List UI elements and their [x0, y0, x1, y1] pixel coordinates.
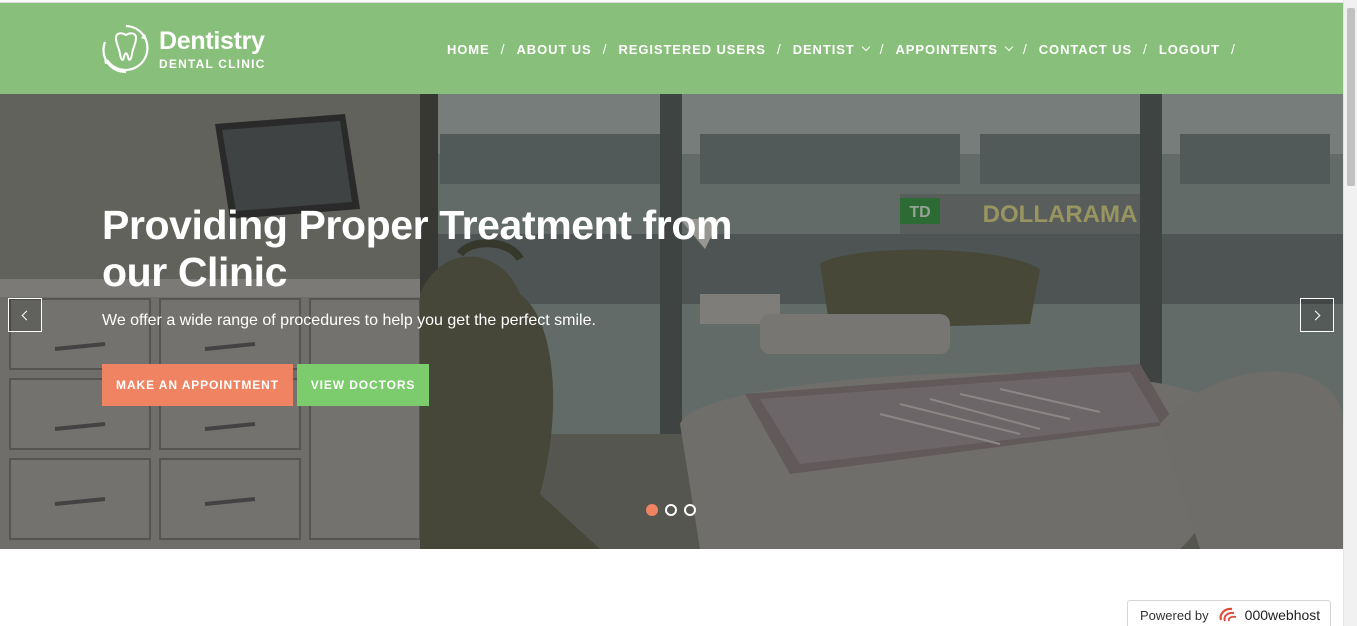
nav-item-contact-us[interactable]: CONTACT US — [1039, 42, 1132, 57]
nav-label: LOGOUT — [1158, 41, 1220, 57]
nav-label: REGISTERED USERS — [618, 41, 766, 57]
nav-separator: / — [776, 41, 781, 57]
nav-label: ABOUT US — [516, 41, 592, 57]
slider-next-button[interactable] — [1300, 298, 1334, 332]
main-nav: HOME / ABOUT US / REGISTERED USERS / DEN… — [447, 41, 1247, 57]
view-doctors-button[interactable]: VIEW DOCTORS — [297, 364, 429, 406]
nav-separator: / — [500, 41, 505, 57]
nav-item-logout[interactable]: LOGOUT — [1159, 42, 1220, 57]
scrollbar-thumb[interactable] — [1347, 8, 1355, 186]
tooth-logo-icon — [102, 24, 149, 74]
nav-label: DENTIST — [792, 41, 855, 57]
nav-separator: / — [602, 41, 607, 57]
brand-subtitle: DENTAL CLINIC — [159, 56, 266, 71]
brand-title: Dentistry — [159, 26, 265, 55]
nav-separator: / — [1230, 41, 1235, 57]
nav-item-registered-users[interactable]: REGISTERED USERS — [618, 42, 765, 57]
hero-subtitle: We offer a wide range of procedures to h… — [102, 312, 596, 329]
slider-prev-button[interactable] — [8, 298, 42, 332]
nav-label: APPOINTENTS — [895, 41, 998, 57]
hero-slider: TD DOLLARAMA Providing Proper Treatment … — [0, 94, 1343, 549]
nav-separator: / — [1022, 41, 1027, 57]
slider-dot-1[interactable] — [646, 504, 658, 516]
powered-by-badge[interactable]: Powered by 000webhost — [1127, 600, 1331, 626]
page: Dentistry DENTAL CLINIC HOME / ABOUT US … — [0, 0, 1357, 626]
nav-separator: / — [1143, 41, 1147, 57]
webhost-brand: 000webhost — [1244, 607, 1321, 623]
webhost-logo-icon — [1219, 607, 1236, 622]
chevron-right-icon — [1310, 310, 1321, 320]
nav-separator: / — [879, 41, 884, 57]
slider-dot-2[interactable] — [665, 504, 677, 516]
site-logo[interactable]: Dentistry DENTAL CLINIC — [101, 22, 266, 76]
nav-label: CONTACT US — [1038, 41, 1133, 57]
slider-dot-3[interactable] — [684, 504, 696, 516]
nav-item-about-us[interactable]: ABOUT US — [517, 42, 592, 57]
powered-by-label: Powered by — [1140, 607, 1209, 623]
chevron-left-icon — [21, 310, 32, 320]
make-appointment-button[interactable]: MAKE AN APPOINTMENT — [102, 364, 293, 406]
chevron-down-icon — [861, 42, 870, 52]
hero-title: Providing Proper Treatment from our Clin… — [102, 202, 733, 295]
chevron-down-icon — [1004, 42, 1014, 52]
vertical-scrollbar[interactable] — [1343, 0, 1357, 626]
nav-item-home[interactable]: HOME — [447, 42, 490, 57]
nav-item-dentist[interactable]: DENTIST — [792, 41, 870, 57]
nav-label: HOME — [447, 41, 490, 57]
site-header: Dentistry DENTAL CLINIC HOME / ABOUT US … — [0, 3, 1343, 94]
slider-dots — [646, 504, 703, 516]
nav-item-appointents[interactable]: APPOINTENTS — [895, 41, 1014, 57]
